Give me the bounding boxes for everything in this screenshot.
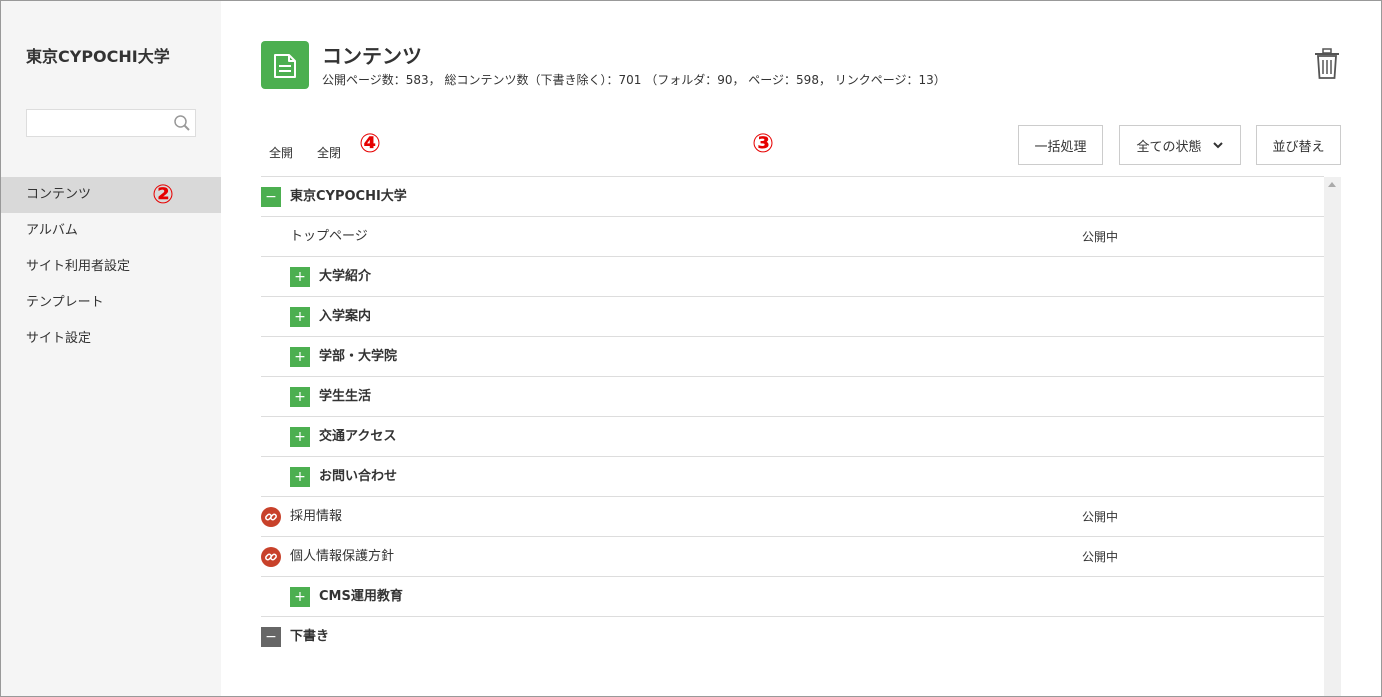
document-icon xyxy=(261,41,309,89)
tree-row-folder[interactable]: + 学生生活 xyxy=(261,377,1324,417)
annotation-mark-3: ③ xyxy=(752,129,775,159)
collapse-all-link[interactable]: 全閉 xyxy=(317,144,341,161)
tree-row-label[interactable]: 採用情報 xyxy=(290,497,342,537)
expand-toggle-icon[interactable]: + xyxy=(290,587,310,607)
status-filter-select[interactable]: 全ての状態 xyxy=(1119,125,1241,165)
collapse-toggle-icon[interactable]: − xyxy=(261,627,281,647)
link-icon xyxy=(261,507,281,527)
annotation-mark-4: ④ xyxy=(359,129,382,159)
tree-row-label[interactable]: 個人情報保護方針 xyxy=(290,537,394,577)
expand-toggle-icon[interactable]: + xyxy=(290,427,310,447)
sidebar-item-site-users[interactable]: サイト利用者設定 xyxy=(1,249,221,285)
tree-row-folder[interactable]: + CMS運用教育 xyxy=(261,577,1324,617)
tree-row-link[interactable]: 個人情報保護方針 公開中 xyxy=(261,537,1324,577)
sort-button[interactable]: 並び替え xyxy=(1256,125,1341,165)
status-badge: 公開中 xyxy=(1082,550,1119,564)
tree-row-folder[interactable]: + 学部・大学院 xyxy=(261,337,1324,377)
sidebar-item-contents[interactable]: コンテンツ xyxy=(1,177,221,213)
tree-row-page[interactable]: トップページ 公開中 xyxy=(261,217,1324,257)
site-name: 東京CYPOCHI大学 xyxy=(26,47,170,66)
tree-row-drafts[interactable]: − 下書き xyxy=(261,617,1324,657)
sort-label: 並び替え xyxy=(1272,139,1325,155)
status-badge: 公開中 xyxy=(1082,230,1119,244)
content-stats: 公開ページ数：583， 総コンテンツ数（下書き除く）：701 （フォルダ：90，… xyxy=(322,73,946,87)
tree-row-label[interactable]: 大学紹介 xyxy=(319,257,371,297)
tree-row-label[interactable]: CMS運用教育 xyxy=(319,577,403,617)
sidebar-item-template[interactable]: テンプレート xyxy=(1,285,221,321)
vertical-scrollbar[interactable] xyxy=(1324,177,1341,696)
tree-row-folder[interactable]: + 入学案内 xyxy=(261,297,1324,337)
tree-row-label[interactable]: 交通アクセス xyxy=(319,417,396,457)
expand-toggle-icon[interactable]: + xyxy=(290,307,310,327)
chevron-down-icon xyxy=(1212,142,1223,149)
search-icon[interactable] xyxy=(173,114,191,132)
sidebar: 東京CYPOCHI大学 コンテンツ アルバム サイト利用者設定 テンプレート サ… xyxy=(1,1,221,696)
expand-toggle-icon[interactable]: + xyxy=(290,387,310,407)
expand-toggle-icon[interactable]: + xyxy=(290,347,310,367)
tree-row-label[interactable]: 東京CYPOCHI大学 xyxy=(290,177,407,217)
sidebar-item-album[interactable]: アルバム xyxy=(1,213,221,249)
tree-row-label[interactable]: 学生生活 xyxy=(319,377,371,417)
tree-row-folder[interactable]: + 大学紹介 xyxy=(261,257,1324,297)
tree-row-label[interactable]: お問い合わせ xyxy=(319,457,397,497)
content-tree: − 東京CYPOCHI大学 トップページ 公開中 + 大学紹介 + 入学案内 +… xyxy=(261,176,1324,657)
tree-row-folder[interactable]: + お問い合わせ xyxy=(261,457,1324,497)
search-input[interactable] xyxy=(26,109,196,137)
scroll-up-icon[interactable] xyxy=(1328,182,1336,187)
collapse-toggle-icon[interactable]: − xyxy=(261,187,281,207)
tree-row-label[interactable]: 入学案内 xyxy=(319,297,371,337)
tree-row-root[interactable]: − 東京CYPOCHI大学 xyxy=(261,177,1324,217)
tree-row-link[interactable]: 採用情報 公開中 xyxy=(261,497,1324,537)
tree-row-folder[interactable]: + 交通アクセス xyxy=(261,417,1324,457)
bulk-action-button[interactable]: 一括処理 xyxy=(1018,125,1103,165)
annotation-mark-2: ② xyxy=(152,180,175,210)
bulk-action-label: 一括処理 xyxy=(1034,139,1087,155)
status-filter-label: 全ての状態 xyxy=(1136,139,1202,155)
link-icon xyxy=(261,547,281,567)
status-badge: 公開中 xyxy=(1082,510,1119,524)
page-title: コンテンツ xyxy=(322,44,422,68)
expand-toggle-icon[interactable]: + xyxy=(290,267,310,287)
tree-row-label[interactable]: トップページ xyxy=(290,217,368,257)
expand-toggle-icon[interactable]: + xyxy=(290,467,310,487)
sidebar-nav: コンテンツ アルバム サイト利用者設定 テンプレート サイト設定 xyxy=(1,177,221,357)
trash-icon[interactable] xyxy=(1314,48,1340,80)
tree-row-label[interactable]: 下書き xyxy=(290,617,329,657)
sidebar-item-site-settings[interactable]: サイト設定 xyxy=(1,321,221,357)
expand-all-link[interactable]: 全開 xyxy=(269,144,293,161)
tree-row-label[interactable]: 学部・大学院 xyxy=(319,337,397,377)
